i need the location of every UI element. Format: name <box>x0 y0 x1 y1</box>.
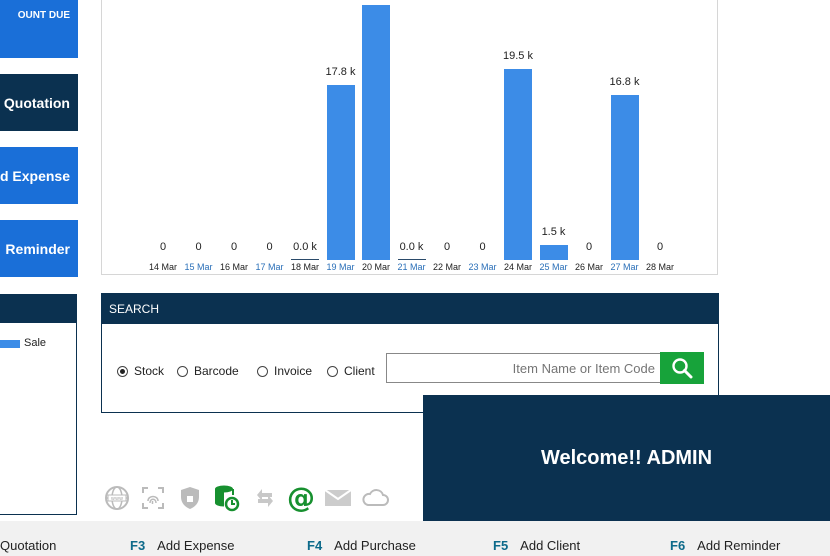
search-icon <box>672 358 693 379</box>
radio-invoice-label: Invoice <box>274 364 313 378</box>
add-expense-label: ld Expense <box>0 167 70 184</box>
chart-value-label: 16.8 k <box>609 76 640 88</box>
legend-swatch <box>0 340 20 348</box>
shortcut-add-expense[interactable]: F3 Add Expense <box>130 538 235 553</box>
radio-barcode[interactable]: Barcode <box>177 364 239 378</box>
radio-client-label: Client <box>344 364 375 378</box>
add-expense-button[interactable]: ld Expense <box>0 147 78 204</box>
shortcut-add-reminder[interactable]: F6 Add Reminder <box>670 538 780 553</box>
chart-x-label: 28 Mar <box>645 262 674 272</box>
shield-icon[interactable] <box>176 484 204 512</box>
legend-panel: Sale <box>0 294 77 515</box>
chart-bar <box>326 85 355 260</box>
welcome-panel: Welcome!! ADMIN <box>423 395 830 521</box>
globe-icon[interactable]: www <box>103 484 131 512</box>
shortcut-key: F5 <box>493 538 509 553</box>
chart-value-label: 0.0 k <box>293 241 317 253</box>
reminder-label: Reminder <box>5 240 70 257</box>
radio-stock-label: Stock <box>134 364 165 378</box>
radio-client[interactable]: Client <box>327 364 375 378</box>
cloud-icon[interactable] <box>361 484 389 512</box>
chart-value-label: 0 <box>585 241 593 253</box>
amount-due-label: OUNT DUE <box>17 10 70 21</box>
search-button[interactable] <box>660 352 704 384</box>
chart-bar <box>362 5 390 260</box>
at-icon[interactable]: @ <box>287 484 315 512</box>
shortcut-key: F4 <box>307 538 323 553</box>
shortcut-add-purchase-label: Add Purchase <box>334 538 416 553</box>
chart-value-label: 0 <box>656 241 664 253</box>
reminder-button[interactable]: Reminder <box>0 220 78 277</box>
legend-header <box>0 295 76 323</box>
shortcut-quotation[interactable]: Quotation <box>0 538 56 553</box>
shortcut-add-purchase[interactable]: F4 Add Purchase <box>307 538 416 553</box>
shortcut-add-client[interactable]: F5 Add Client <box>493 538 580 553</box>
welcome-text: Welcome!! ADMIN <box>540 446 713 469</box>
radio-stock-dot[interactable] <box>117 365 128 377</box>
chart-bar <box>610 95 639 260</box>
shortcut-add-expense-label: Add Expense <box>157 538 235 553</box>
shortcut-add-reminder-label: Add Reminder <box>697 538 781 553</box>
radio-barcode-dot[interactable] <box>177 365 188 377</box>
radio-client-dot[interactable] <box>327 365 338 377</box>
quotation-label: Quotation <box>3 94 70 111</box>
chart-value-label: 17.8 k <box>325 66 356 78</box>
shortcut-key: F6 <box>670 538 686 553</box>
search-input[interactable] <box>386 353 662 383</box>
shortcut-quotation-label: Quotation <box>0 538 57 553</box>
shortcut-bar: Quotation F3 Add Expense F4 Add Purchase F… <box>0 521 830 556</box>
mail-icon[interactable] <box>324 484 352 512</box>
refresh-icon[interactable] <box>251 484 279 512</box>
radio-barcode-label: Barcode <box>194 364 239 378</box>
quotation-button[interactable]: Quotation <box>0 74 78 131</box>
fingerprint-icon[interactable] <box>139 484 167 512</box>
amount-due-button[interactable]: OUNT DUE <box>0 0 78 58</box>
shortcut-add-client-label: Add Client <box>520 538 581 553</box>
svg-text:www: www <box>111 496 123 502</box>
chart-value-label: 0 <box>479 241 486 253</box>
chart-bar-zero <box>291 259 319 260</box>
chart-value-label: 19.5 k <box>503 50 533 62</box>
chart-bar-zero <box>397 259 426 260</box>
radio-invoice-dot[interactable] <box>257 365 268 377</box>
legend-label: Sale <box>24 337 47 349</box>
shortcut-key: F3 <box>130 538 146 553</box>
database-sync-icon[interactable] <box>212 484 240 512</box>
search-title: SEARCH <box>102 294 718 324</box>
radio-stock[interactable]: Stock <box>117 364 164 378</box>
chart-value-label: 1.5 k <box>541 226 566 238</box>
radio-invoice[interactable]: Invoice <box>257 364 312 378</box>
